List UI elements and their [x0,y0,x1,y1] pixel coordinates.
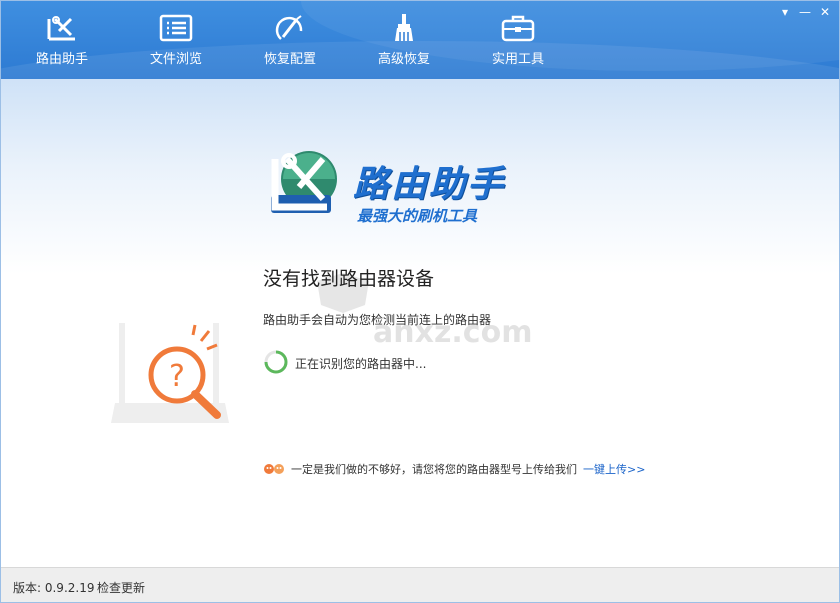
logo-icon [271,151,337,213]
tab-label: 恢复配置 [263,52,316,67]
sad-face-icon [264,464,284,474]
router-tools-icon [47,16,75,41]
restore-icon [275,15,303,40]
svg-text:?: ? [169,359,185,394]
close-button[interactable]: ✕ [817,5,833,19]
logo-subtitle: 最强大的刷机工具 [357,207,478,225]
loading-spinner-icon [264,350,288,374]
app-logo: 路由助手 最强大的刷机工具 [267,143,567,243]
check-update-link[interactable]: 检查更新 [97,579,145,596]
tab-label: 路由助手 [35,52,88,67]
tab-restore-config[interactable]: 恢复配置 [233,1,347,79]
router-search-illustration: ? [111,323,229,423]
page-title: 没有找到路由器设备 [263,268,435,290]
tab-label: 文件浏览 [149,52,202,67]
tab-advanced-restore[interactable]: 高级恢复 [347,1,461,79]
feedback-text: 一定是我们做的不够好，请您将您的路由器型号上传给我们 [291,463,577,476]
tab-label: 实用工具 [491,52,544,67]
app-window: 路由助手 文件浏览 恢复配置 高级恢复 实用工具 ▾ — ✕ 路由助手 最强大的… [0,0,840,603]
main-panel: 路由助手 最强大的刷机工具 anxz.com 没有找到路由器设备 路由助手会自动… [1,79,839,567]
tab-router-assistant[interactable]: 路由助手 [5,1,119,79]
logo-title: 路由助手 [353,164,506,205]
top-toolbar: 路由助手 文件浏览 恢复配置 高级恢复 实用工具 ▾ — ✕ [1,1,839,79]
upload-link[interactable]: 一键上传>> [583,461,645,477]
status-bar: 版本: 0.9.2.19 检查更新 [1,567,839,602]
status-text: 正在识别您的路由器中... [295,357,427,371]
tab-file-browse[interactable]: 文件浏览 [119,1,233,79]
menu-button[interactable]: ▾ [777,5,793,19]
toolbox-icon [501,15,535,42]
description-text: 路由助手会自动为您检测当前连上的路由器 [263,313,492,327]
brush-icon [395,14,413,41]
tab-utilities[interactable]: 实用工具 [461,1,575,79]
file-list-icon [159,14,193,42]
version-label: 版本: 0.9.2.19 [13,581,95,595]
tab-label: 高级恢复 [377,52,430,67]
minimize-button[interactable]: — [797,5,813,19]
feedback-row: 一定是我们做的不够好，请您将您的路由器型号上传给我们 一键上传>> [263,461,645,477]
